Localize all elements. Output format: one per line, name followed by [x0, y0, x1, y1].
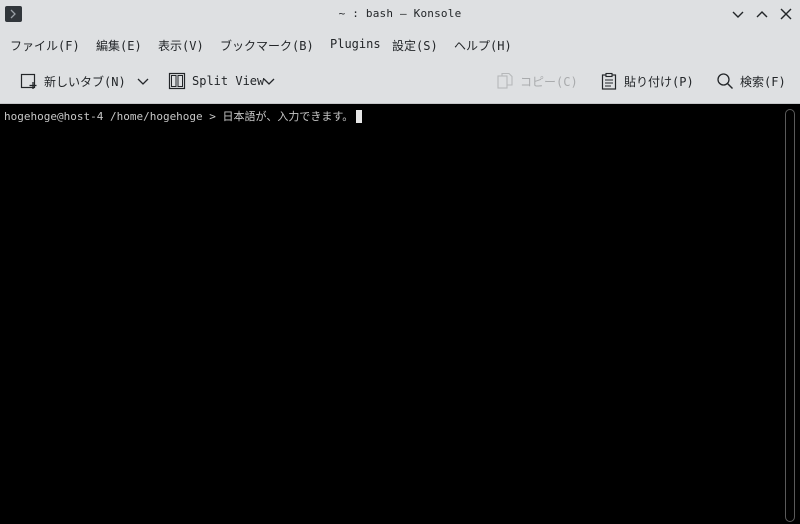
menu-plugins[interactable]: Plugins: [330, 37, 381, 51]
prompt-text: hogehoge@host-4 /home/hogehoge > 日本語が、入力…: [4, 110, 354, 123]
menu-bar: ファイル(F) 編集(E) 表示(V) ブックマーク(B) Plugins 設定…: [0, 29, 800, 59]
text-cursor: [356, 109, 363, 123]
copy-button[interactable]: コピー(C): [496, 71, 578, 91]
konsole-window: ~ : bash — Konsole ファイル(F) 編集(E) 表示(V) ブ…: [0, 0, 800, 524]
menu-help[interactable]: ヘルプ(H): [454, 37, 512, 54]
scrollbar[interactable]: [785, 109, 795, 522]
chevron-down-icon: [137, 78, 149, 85]
terminal-line: hogehoge@host-4 /home/hogehoge > 日本語が、入力…: [4, 108, 363, 124]
menu-file[interactable]: ファイル(F): [10, 37, 80, 54]
paste-icon: [601, 72, 617, 90]
find-button[interactable]: 検索(F): [716, 71, 786, 91]
window-title: ~ : bash — Konsole: [338, 7, 462, 20]
menu-bookmarks[interactable]: ブックマーク(B): [220, 37, 314, 54]
chevron-down-icon: [263, 78, 275, 85]
menu-edit[interactable]: 編集(E): [96, 37, 142, 54]
split-view-button[interactable]: Split View: [168, 71, 264, 91]
search-icon: [717, 73, 733, 89]
minimize-button[interactable]: [729, 5, 747, 23]
new-tab-icon: [20, 73, 37, 89]
split-view-icon: [168, 72, 186, 90]
find-label: 検索(F): [740, 74, 786, 89]
maximize-icon: [756, 11, 768, 18]
close-icon: [780, 8, 792, 20]
minimize-icon: [732, 11, 744, 18]
menu-view[interactable]: 表示(V): [158, 37, 204, 54]
close-button[interactable]: [777, 5, 795, 23]
menu-settings[interactable]: 設定(S): [392, 37, 438, 54]
copy-label: コピー(C): [520, 74, 578, 89]
terminal-view[interactable]: hogehoge@host-4 /home/hogehoge > 日本語が、入力…: [0, 104, 800, 524]
main-toolbar: 新しいタブ(N) Split View コピー(C) 貼り付け(P) 検索(F): [0, 59, 800, 104]
title-bar[interactable]: ~ : bash — Konsole: [0, 0, 800, 29]
new-tab-dropdown[interactable]: [136, 71, 150, 91]
maximize-button[interactable]: [753, 5, 771, 23]
paste-button[interactable]: 貼り付け(P): [600, 71, 694, 91]
new-tab-label: 新しいタブ(N): [44, 74, 126, 89]
paste-label: 貼り付け(P): [624, 74, 694, 89]
new-tab-button[interactable]: 新しいタブ(N): [20, 71, 126, 91]
split-view-dropdown[interactable]: [262, 71, 276, 91]
split-view-label: Split View: [192, 74, 265, 88]
copy-icon: [497, 72, 513, 89]
